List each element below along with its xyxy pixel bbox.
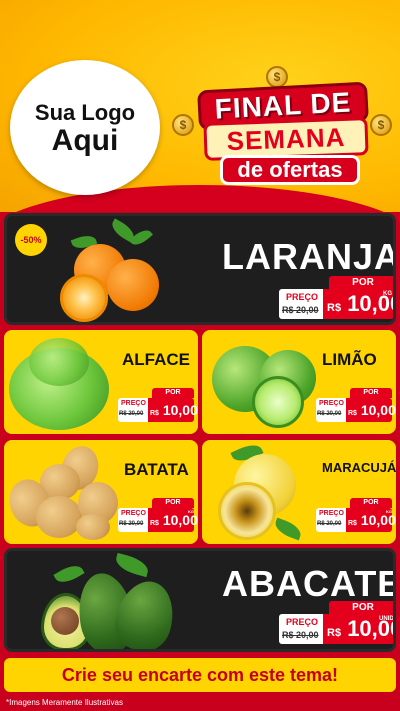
old-price: R$ 20,00 xyxy=(282,305,319,315)
preco-label: PREÇO xyxy=(121,510,146,517)
preco-label: PREÇO xyxy=(319,510,344,517)
product-card-alface[interactable]: ALFACE POR PREÇO R$ 20,00 R$ 10,00 xyxy=(4,330,198,434)
product-card-abacate[interactable]: ABACATE POR PREÇO R$ 20,00 R$ 10,00 UNID xyxy=(4,548,396,652)
unit-label: KG xyxy=(383,291,392,297)
por-label: POR xyxy=(152,388,194,398)
old-price: R$ 20,00 xyxy=(317,521,342,527)
orange-icon xyxy=(52,218,172,322)
unit-label: KG xyxy=(188,509,194,514)
title-line3: de ofertas xyxy=(220,155,360,185)
price-tag: POR PREÇO R$ 20,00 R$ 10,00 KG xyxy=(118,498,198,534)
currency: R$ xyxy=(327,302,342,314)
product-name: MARACUJÁ xyxy=(322,460,396,475)
logo-placeholder[interactable]: Sua Logo Aqui xyxy=(10,60,160,195)
old-price: R$ 20,00 xyxy=(119,411,144,417)
price-tag: POR PREÇO R$ 20,00 R$ 10,00 KG xyxy=(316,498,396,534)
product-name: ALFACE xyxy=(122,350,190,369)
coin-icon: $ xyxy=(172,114,194,136)
potato-icon xyxy=(4,442,122,542)
product-name: LARANJA xyxy=(222,236,396,277)
cta-banner[interactable]: Crie seu encarte com este tema! xyxy=(4,658,396,692)
coin-icon: $ xyxy=(370,114,392,136)
currency: R$ xyxy=(348,520,357,527)
product-card-maracuja[interactable]: MARACUJÁ POR PREÇO R$ 20,00 R$ 10,00 KG xyxy=(202,440,396,544)
lettuce-icon xyxy=(9,338,119,430)
product-card-batata[interactable]: BATATA POR PREÇO R$ 20,00 R$ 10,00 KG xyxy=(4,440,198,544)
discount-badge: -50% xyxy=(15,224,47,256)
preco-label: PREÇO xyxy=(286,617,319,627)
new-price: 10,00 xyxy=(360,402,396,418)
product-card-limao[interactable]: LIMÃO POR PREÇO R$ 20,00 R$ 10,00 xyxy=(202,330,396,434)
currency: R$ xyxy=(150,410,159,417)
product-name: ABACATE xyxy=(222,563,396,604)
preco-label: PREÇO xyxy=(319,400,344,407)
por-label: POR xyxy=(152,498,194,508)
price-tag: POR PREÇO R$ 20,00 R$ 10,00 xyxy=(316,388,396,424)
logo-text-line1: Sua Logo xyxy=(34,99,136,125)
currency: R$ xyxy=(150,520,159,527)
price-tag: POR PREÇO R$ 20,00 R$ 10,00 UNID xyxy=(279,601,394,646)
por-label: POR xyxy=(350,498,392,508)
unit-label: UNID xyxy=(379,616,394,622)
price-tag: POR PREÇO R$ 20,00 R$ 10,00 xyxy=(118,388,198,424)
currency: R$ xyxy=(348,410,357,417)
product-name: LIMÃO xyxy=(322,350,377,369)
product-name: BATATA xyxy=(124,460,189,479)
price-tag: POR PREÇO R$ 20,00 R$ 10,00 KG xyxy=(279,276,393,321)
preco-label: PREÇO xyxy=(286,292,319,302)
lime-icon xyxy=(212,336,322,431)
coin-icon: $ xyxy=(266,66,288,88)
new-price: 10,00 xyxy=(162,402,198,418)
avocado-icon xyxy=(37,552,182,649)
old-price: R$ 20,00 xyxy=(282,630,319,640)
currency: R$ xyxy=(327,627,342,639)
unit-label: KG xyxy=(386,509,392,514)
footnote: *Imagens Meramente Ilustrativas xyxy=(6,698,123,707)
por-label: POR xyxy=(329,276,393,289)
old-price: R$ 20,00 xyxy=(119,521,144,527)
logo-text-line2: Aqui xyxy=(51,123,119,157)
header: Sua Logo Aqui $ $ $ FINAL DE SEMANA de o… xyxy=(0,0,400,212)
product-card-laranja[interactable]: -50% LARANJA POR PREÇO R$ 20,00 R$ 10,00… xyxy=(4,213,396,325)
passion-fruit-icon xyxy=(212,440,322,542)
new-price: 10,00 xyxy=(162,512,198,528)
new-price: 10,00 xyxy=(360,512,396,528)
preco-label: PREÇO xyxy=(121,400,146,407)
old-price: R$ 20,00 xyxy=(317,411,342,417)
title-block: $ $ $ FINAL DE SEMANA de ofertas xyxy=(172,66,392,188)
por-label: POR xyxy=(350,388,392,398)
por-label: POR xyxy=(329,601,393,614)
